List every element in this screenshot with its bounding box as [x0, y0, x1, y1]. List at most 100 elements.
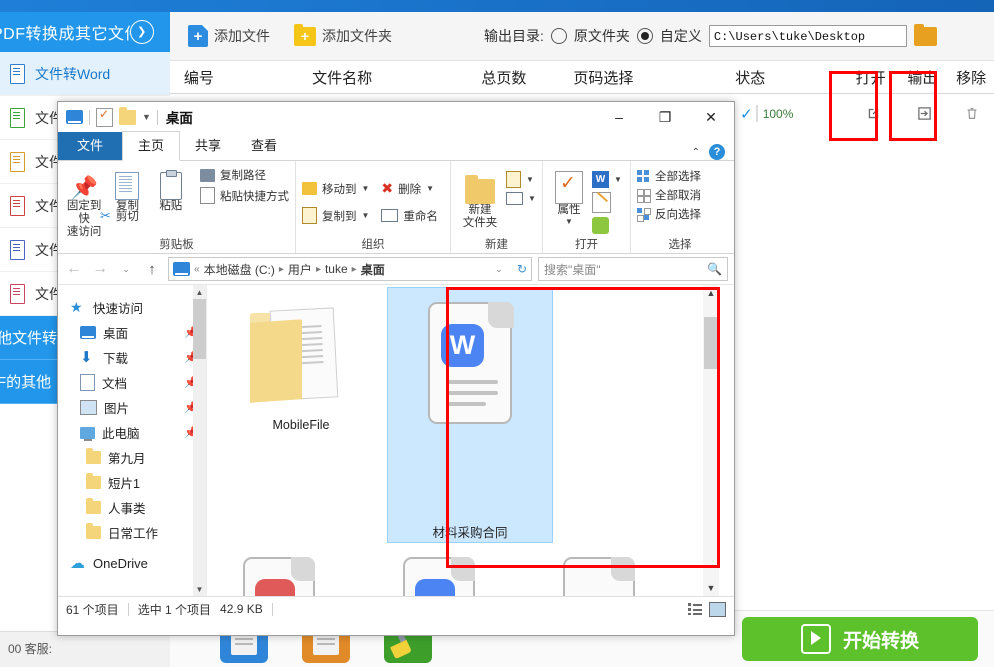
sidebar-group-label-0: 他文件转 — [0, 327, 57, 348]
select-none-button[interactable]: 全部取消 — [637, 187, 723, 203]
breadcrumb-1[interactable]: 本地磁盘 (C:) — [204, 261, 275, 278]
radio-source-folder[interactable] — [551, 28, 567, 44]
list-item-partial[interactable] — [563, 557, 653, 596]
delete-button[interactable]: ✖ 删除 ▼ — [381, 180, 434, 197]
up-button[interactable]: ↑ — [142, 261, 162, 278]
minimize-button[interactable]: – — [596, 102, 642, 132]
nav-item-folder-3[interactable]: 日常工作 — [58, 520, 206, 545]
chevron-down-icon[interactable]: ▼ — [362, 211, 370, 220]
col-header-pages: 总页数 — [457, 67, 552, 88]
item-count: 61 个项目 — [66, 601, 119, 618]
tab-share[interactable]: 共享 — [180, 132, 236, 160]
large-icons-view-icon[interactable] — [709, 602, 726, 617]
copy-path-button[interactable]: 复制路径 — [200, 167, 289, 183]
list-item[interactable]: W 材料采购合同 — [387, 287, 553, 543]
open-external-icon[interactable] — [863, 102, 885, 124]
history-button[interactable] — [592, 217, 622, 234]
breadcrumb-3[interactable]: tuke — [325, 262, 348, 276]
cut-label: 剪切 — [116, 208, 139, 224]
chevron-down-icon[interactable]: ▼ — [528, 194, 536, 203]
folder-icon[interactable] — [119, 110, 136, 125]
copy-to-button[interactable]: 复制到 ▼ — [302, 207, 369, 224]
trash-icon[interactable] — [961, 102, 983, 124]
scroll-down-icon[interactable]: ▼ — [703, 580, 719, 596]
tab-home[interactable]: 主页 — [122, 131, 180, 161]
file-area-scrollbar[interactable]: ▲ ▼ — [703, 285, 719, 596]
list-item[interactable]: MobileFile — [227, 289, 375, 432]
output-path-input[interactable]: C:\Users\tuke\Desktop — [709, 25, 907, 47]
properties-icon[interactable] — [96, 108, 113, 127]
monitor-icon[interactable] — [66, 110, 83, 124]
chevron-down-icon[interactable]: ▼ — [526, 175, 534, 184]
nav-pane-scrollbar[interactable]: ▲ ▼ — [193, 285, 206, 596]
forward-button[interactable]: → — [90, 260, 110, 278]
scroll-up-icon[interactable]: ▲ — [193, 285, 206, 299]
address-path-box[interactable]: « 本地磁盘 (C:) ▸ 用户 ▸ tuke ▸ 桌面 ⌄ ↻ — [168, 257, 532, 281]
chevron-down-icon[interactable]: ▼ — [426, 184, 434, 193]
nav-item-folder-2[interactable]: 人事类 — [58, 495, 206, 520]
add-file-button[interactable]: 添加文件 — [178, 21, 280, 51]
nav-item-folder-0[interactable]: 第九月 — [58, 445, 206, 470]
recent-locations-button[interactable]: ⌄ — [116, 264, 136, 275]
chevron-down-icon[interactable]: ▼ — [362, 184, 370, 193]
scroll-thumb[interactable] — [704, 317, 718, 369]
paste-shortcut-button[interactable]: 粘贴快捷方式 — [200, 187, 289, 204]
wps-word-doc-icon: W — [414, 302, 526, 430]
nav-item-folder-1[interactable]: 短片1 — [58, 470, 206, 495]
new-folder-button[interactable]: 新建 文件夹 — [457, 168, 503, 230]
breadcrumb-separator: ▸ — [316, 264, 321, 275]
help-icon[interactable]: ? — [709, 144, 725, 160]
nav-item-downloads[interactable]: ⬇ 下载 📌 — [58, 345, 206, 370]
tab-file[interactable]: 文件 — [58, 132, 122, 160]
chevron-down-icon[interactable]: ❯ — [130, 20, 154, 44]
invert-selection-button[interactable]: 反向选择 — [637, 206, 723, 222]
list-item-partial[interactable] — [243, 557, 333, 596]
easy-access-button[interactable]: ▼ — [506, 192, 536, 205]
nav-item-quick-access[interactable]: ★ 快速访问 — [58, 295, 206, 320]
radio-custom-folder[interactable] — [637, 28, 653, 44]
properties-button[interactable]: 属性 ▼ — [549, 168, 589, 226]
nav-item-this-pc[interactable]: 此电脑 📌 — [58, 420, 206, 445]
copy-button[interactable]: 复制 — [107, 164, 147, 213]
scroll-down-icon[interactable]: ▼ — [193, 582, 206, 596]
chevron-down-icon[interactable]: ▼ — [614, 175, 622, 184]
browse-folder-icon[interactable] — [914, 27, 937, 46]
export-icon[interactable] — [913, 102, 935, 124]
desktop-icon — [80, 326, 96, 339]
refresh-icon[interactable]: ↻ — [517, 262, 527, 276]
chevron-down-icon[interactable]: ▼ — [142, 112, 151, 122]
new-item-button[interactable]: ▼ — [506, 171, 536, 188]
search-icon[interactable]: 🔍 — [707, 262, 722, 276]
add-folder-button[interactable]: 添加文件夹 — [284, 22, 402, 50]
maximize-button[interactable]: ❐ — [642, 102, 688, 132]
edit-button[interactable] — [592, 192, 622, 213]
scroll-up-icon[interactable]: ▲ — [703, 285, 719, 301]
nav-item-onedrive[interactable]: ☁ OneDrive — [58, 551, 206, 576]
move-to-button[interactable]: 移动到 ▼ — [302, 180, 369, 197]
nav-item-desktop[interactable]: 桌面 📌 — [58, 320, 206, 345]
paste-button[interactable]: 粘贴 — [151, 164, 191, 213]
select-all-button[interactable]: 全部选择 — [637, 168, 723, 184]
pin-to-quick-access-button[interactable]: 📌 固定到快 速访问 — [64, 164, 104, 240]
path-dropdown-icon[interactable]: ⌄ — [489, 264, 509, 275]
start-convert-button[interactable]: 开始转换 — [742, 617, 978, 661]
sidebar-item-0[interactable]: 文件转Word — [0, 52, 170, 96]
close-button[interactable]: ✕ — [688, 102, 734, 132]
nav-item-pictures[interactable]: 图片 📌 — [58, 395, 206, 420]
list-item-partial[interactable] — [403, 557, 493, 596]
nav-item-documents[interactable]: 文档 📌 — [58, 370, 206, 395]
details-view-icon[interactable] — [688, 603, 702, 615]
collapse-ribbon-icon[interactable]: ⌃ — [692, 147, 700, 158]
breadcrumb-2[interactable]: 用户 — [288, 261, 312, 278]
tab-view[interactable]: 查看 — [236, 132, 292, 160]
search-box[interactable]: 搜索"桌面" 🔍 — [538, 257, 728, 281]
back-button[interactable]: ← — [64, 260, 84, 278]
cut-button[interactable]: ✂ 剪切 — [100, 208, 289, 224]
star-icon: ★ — [70, 300, 86, 315]
open-with-button[interactable]: W ▼ — [592, 171, 622, 188]
sidebar-header[interactable]: PDF转换成其它文件 ❯ — [0, 12, 170, 52]
chevron-down-icon[interactable]: ▼ — [565, 217, 573, 226]
breadcrumb-4[interactable]: 桌面 — [361, 261, 385, 278]
scroll-thumb[interactable] — [193, 299, 206, 359]
rename-button[interactable]: 重命名 — [381, 207, 438, 224]
